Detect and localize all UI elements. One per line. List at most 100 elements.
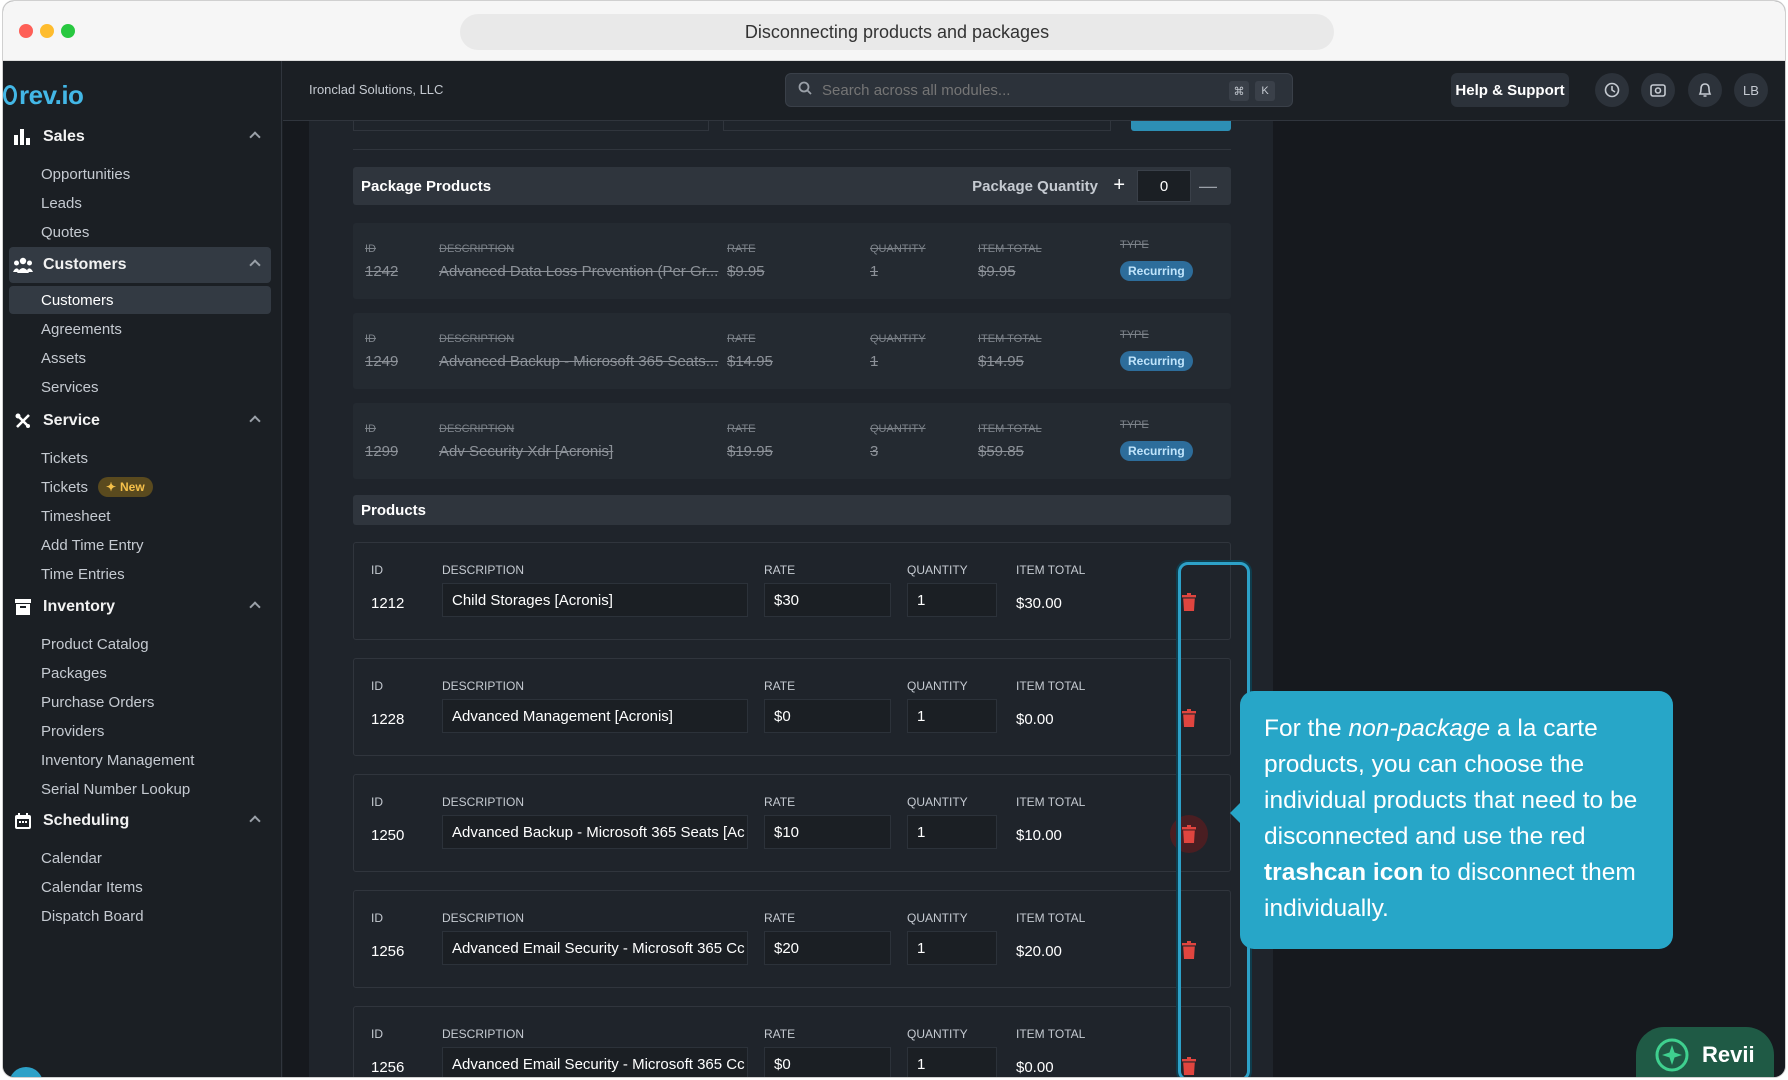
search-icon bbox=[798, 81, 812, 99]
chevron-up-icon[interactable] bbox=[249, 815, 261, 827]
package-products-header: Package Products Package Quantity + 0 — bbox=[353, 167, 1231, 205]
nav-item-packages[interactable]: Packages bbox=[41, 659, 107, 687]
nav-item-calendar[interactable]: Calendar bbox=[41, 844, 102, 872]
col-label: RATE bbox=[764, 795, 796, 809]
description-input[interactable]: Advanced Backup - Microsoft 365 Seats [A… bbox=[442, 815, 748, 849]
pkg-total: $9.95 bbox=[978, 263, 1016, 280]
rate-input[interactable]: $10 bbox=[764, 815, 891, 849]
nav-section-label: Scheduling bbox=[43, 812, 130, 829]
nav-item-quotes[interactable]: Quotes bbox=[41, 218, 89, 246]
nav-item-timesheet[interactable]: Timesheet bbox=[41, 502, 110, 530]
sidebar: rev.io Sales Opportunities Leads Quotes … bbox=[3, 61, 282, 1077]
pkg-quantity: 3 bbox=[870, 443, 879, 460]
nav-item-providers[interactable]: Providers bbox=[41, 717, 104, 745]
app-window: { "window": {"title": "Disconnecting pro… bbox=[2, 0, 1786, 1078]
nav-item-agreements[interactable]: Agreements bbox=[41, 315, 122, 343]
nav-item-purchase-orders[interactable]: Purchase Orders bbox=[41, 688, 154, 716]
sparkle-icon bbox=[1654, 1037, 1690, 1073]
close-window-button[interactable] bbox=[19, 24, 33, 38]
description-input[interactable]: Advanced Email Security - Microsoft 365 … bbox=[442, 931, 748, 965]
products-header: Products bbox=[353, 495, 1231, 525]
chevron-up-icon[interactable] bbox=[249, 131, 261, 143]
description-input[interactable]: Advanced Email Security - Microsoft 365 … bbox=[442, 1047, 748, 1077]
rate-input[interactable]: $0 bbox=[764, 699, 891, 733]
nav-item-tickets-new[interactable]: Tickets ✦ New bbox=[41, 473, 153, 501]
quantity-input[interactable]: 1 bbox=[907, 931, 997, 965]
pkg-id: 1242 bbox=[365, 263, 399, 280]
nav-item-add-time-entry[interactable]: Add Time Entry bbox=[41, 531, 144, 559]
col-label: RATE bbox=[727, 333, 756, 345]
product-row: ID DESCRIPTION RATE QUANTITY ITEM TOTAL … bbox=[353, 890, 1231, 988]
nav-section-customers[interactable]: Customers bbox=[9, 247, 271, 283]
chevron-up-icon[interactable] bbox=[249, 601, 261, 613]
product-row: ID DESCRIPTION RATE QUANTITY ITEM TOTAL … bbox=[353, 658, 1231, 756]
col-label: RATE bbox=[727, 423, 756, 435]
item-total: $20.00 bbox=[1016, 943, 1062, 960]
quantity-input[interactable]: 1 bbox=[907, 1047, 997, 1077]
nav-section-label: Service bbox=[43, 412, 100, 429]
screenshot-icon[interactable] bbox=[1641, 73, 1675, 107]
plus-icon[interactable]: + bbox=[1113, 174, 1125, 197]
partial-field bbox=[723, 121, 1111, 131]
quantity-input[interactable]: 1 bbox=[907, 815, 997, 849]
nav-item-tickets[interactable]: Tickets bbox=[41, 444, 88, 472]
rate-input[interactable]: $20 bbox=[764, 931, 891, 965]
bell-icon[interactable] bbox=[1688, 73, 1722, 107]
tooltip-text: For the bbox=[1264, 715, 1349, 742]
package-row: ID DESCRIPTION RATE QUANTITY ITEM TOTAL … bbox=[353, 403, 1231, 479]
help-support-button[interactable]: Help & Support bbox=[1451, 73, 1569, 107]
nav-item-opportunities[interactable]: Opportunities bbox=[41, 160, 130, 188]
nav-item-serial-number-lookup[interactable]: Serial Number Lookup bbox=[41, 775, 190, 803]
col-label: ITEM TOTAL bbox=[1016, 679, 1086, 693]
chevron-up-icon[interactable] bbox=[249, 259, 261, 271]
chevron-up-icon[interactable] bbox=[249, 415, 261, 427]
logo[interactable]: rev.io bbox=[3, 77, 84, 113]
nav-item-product-catalog[interactable]: Product Catalog bbox=[41, 630, 149, 658]
quantity-input[interactable]: 1 bbox=[907, 583, 997, 617]
search-bar[interactable]: ⌘ K bbox=[785, 73, 1293, 107]
col-label: ITEM TOTAL bbox=[1016, 563, 1086, 577]
col-label: DESCRIPTION bbox=[442, 679, 525, 693]
nav-item-customers[interactable]: Customers bbox=[9, 286, 271, 314]
col-label: DESCRIPTION bbox=[439, 423, 515, 435]
nav-item-dispatch-board[interactable]: Dispatch Board bbox=[41, 902, 144, 930]
history-icon[interactable] bbox=[1595, 73, 1629, 107]
package-quantity-input[interactable]: 0 bbox=[1137, 170, 1191, 202]
pkg-description: Advanced Data Loss Prevention (Per Gr... bbox=[439, 263, 719, 280]
nav-item-inventory-management[interactable]: Inventory Management bbox=[41, 746, 194, 774]
revii-assistant-button[interactable]: Revii bbox=[1636, 1027, 1774, 1077]
partial-button[interactable] bbox=[1131, 121, 1231, 131]
quantity-input[interactable]: 1 bbox=[907, 699, 997, 733]
nav-item-time-entries[interactable]: Time Entries bbox=[41, 560, 125, 588]
description-input[interactable]: Child Storages [Acronis] bbox=[442, 583, 748, 617]
rate-input[interactable]: $30 bbox=[764, 583, 891, 617]
col-label: ITEM TOTAL bbox=[978, 333, 1042, 345]
col-label: ID bbox=[365, 243, 376, 255]
nav-section-scheduling[interactable]: Scheduling bbox=[9, 803, 271, 839]
col-label: QUANTITY bbox=[907, 679, 968, 693]
nav-section-inventory[interactable]: Inventory bbox=[9, 589, 271, 625]
nav-item-services[interactable]: Services bbox=[41, 373, 99, 401]
nav-item-assets[interactable]: Assets bbox=[41, 344, 86, 372]
maximize-window-button[interactable] bbox=[61, 24, 75, 38]
rate-input[interactable]: $0 bbox=[764, 1047, 891, 1077]
nav-section-sales[interactable]: Sales bbox=[9, 119, 271, 155]
nav-section-service[interactable]: Service bbox=[9, 403, 271, 439]
col-label: TYPE bbox=[1120, 239, 1149, 251]
revii-label: Revii bbox=[1702, 1042, 1755, 1067]
col-label: ID bbox=[371, 911, 383, 925]
col-label: ITEM TOTAL bbox=[1016, 911, 1086, 925]
nav-item-leads[interactable]: Leads bbox=[41, 189, 82, 217]
item-total: $30.00 bbox=[1016, 595, 1062, 612]
minimize-window-button[interactable] bbox=[40, 24, 54, 38]
col-label: DESCRIPTION bbox=[442, 1027, 525, 1041]
minus-icon[interactable]: — bbox=[1199, 176, 1217, 197]
search-input[interactable] bbox=[822, 81, 1222, 99]
avatar[interactable]: LB bbox=[1734, 73, 1768, 107]
col-label: QUANTITY bbox=[870, 333, 926, 345]
nav-item-calendar-items[interactable]: Calendar Items bbox=[41, 873, 143, 901]
description-input[interactable]: Advanced Management [Acronis] bbox=[442, 699, 748, 733]
col-label: ID bbox=[371, 563, 383, 577]
products-title: Products bbox=[361, 501, 427, 519]
package-row: ID DESCRIPTION RATE QUANTITY ITEM TOTAL … bbox=[353, 313, 1231, 389]
